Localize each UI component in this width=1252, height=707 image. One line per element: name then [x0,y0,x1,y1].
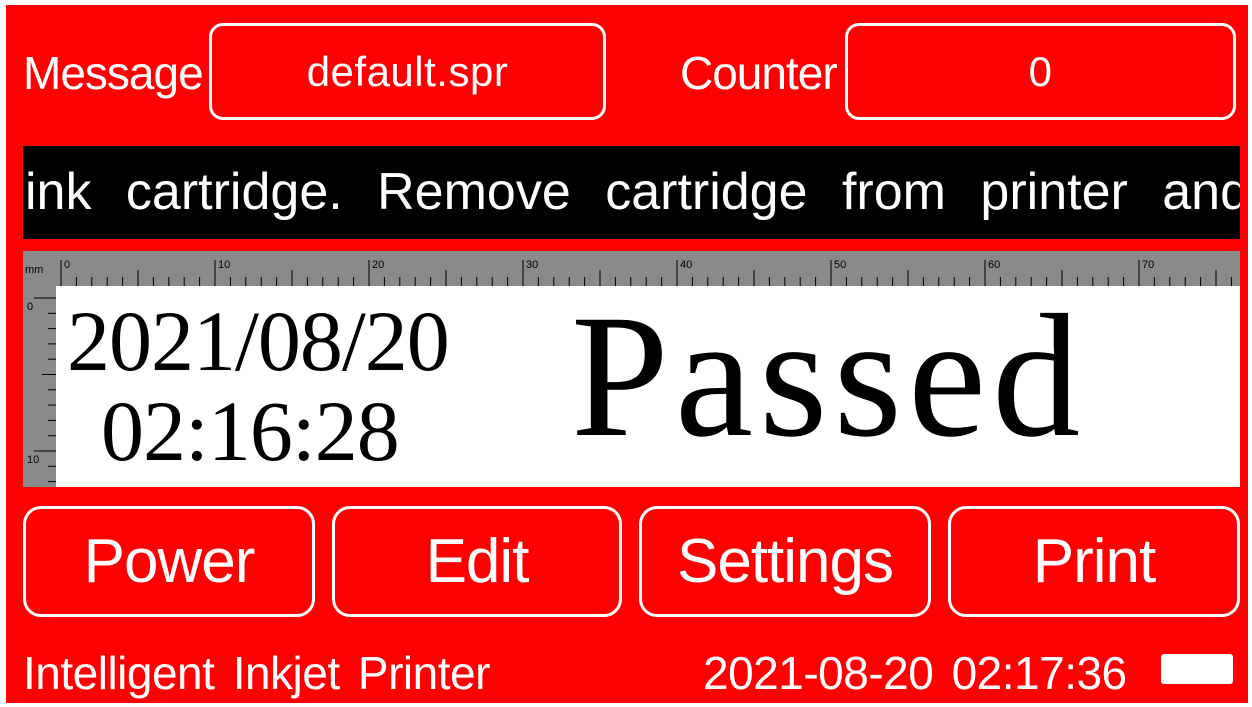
counter-value: 0 [1028,47,1053,95]
ruler-top-label: 20 [372,259,384,271]
ruler-left-label: 10 [27,454,39,466]
device-title: Intelligent Inkjet Printer [23,647,490,699]
ruler-unit-label: mm [25,264,43,276]
print-preview[interactable]: mm 0 10 20 30 40 50 60 70 0 10 2021/08/20 02:16:28… [23,251,1240,487]
edit-button-label: Edit [425,527,530,596]
power-button[interactable]: Power [23,506,315,617]
message-ticker: ink cartridge. Remove cartridge from pri… [23,146,1240,239]
counter-label: Counter [680,47,838,99]
print-button-label: Print [1032,527,1156,596]
ruler-left-label: 0 [27,301,33,313]
battery-full-icon [1161,654,1233,684]
status-datetime: 2021-08-20 02:17:36 [703,647,1127,699]
preview-date: 2021/08/20 [67,293,450,389]
settings-button-label: Settings [676,527,894,596]
ruler-top-label: 30 [526,259,538,271]
power-button-label: Power [83,527,256,596]
preview-status: Passed [571,279,1087,474]
ruler-top-label: 10 [218,259,230,271]
ruler-top-label: 0 [64,259,70,271]
message-field[interactable]: default.spr [209,23,606,120]
message-label: Message [23,47,204,99]
ruler-top-label: 60 [988,259,1000,271]
ruler-top-label: 40 [680,259,692,271]
counter-field[interactable]: 0 [845,23,1236,120]
ruler-top-label: 50 [834,259,846,271]
preview-time: 02:16:28 [101,383,400,479]
ruler-top-label: 70 [1142,259,1154,271]
message-value: default.spr [306,47,509,95]
edit-button[interactable]: Edit [332,506,622,617]
ticker-text: ink cartridge. Remove cartridge from pri… [25,163,1240,221]
print-button[interactable]: Print [948,506,1240,617]
settings-button[interactable]: Settings [639,506,931,617]
printer-screen: Message default.spr Counter 0 ink cartri… [6,5,1248,703]
